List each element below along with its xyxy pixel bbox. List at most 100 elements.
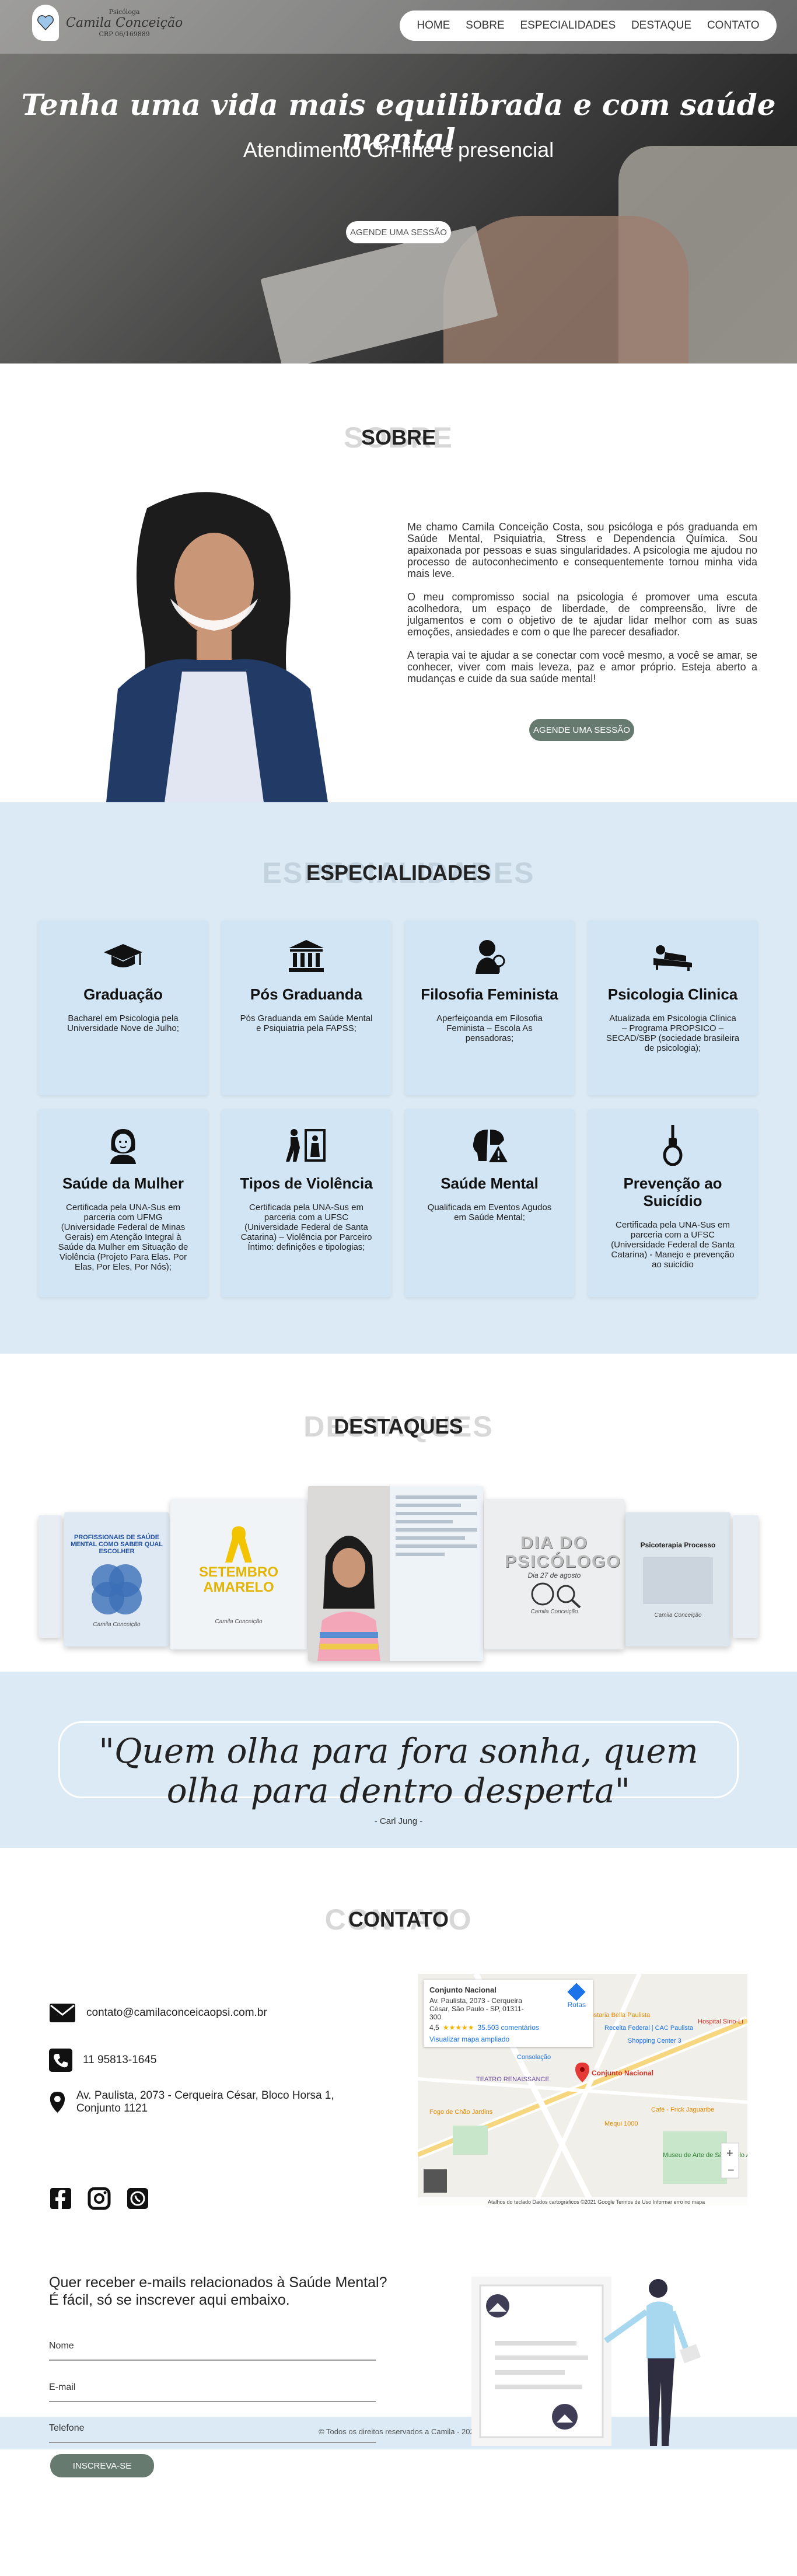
map-label: Café - Frick Jaguaribe	[651, 2106, 714, 2113]
sobre-schedule-button[interactable]: AGENDE UMA SESSÃO	[529, 719, 634, 741]
map-label: Fogo de Chão Jardins	[429, 2109, 493, 2116]
carousel-slide-edge-left[interactable]	[39, 1515, 62, 1638]
nav-destaque[interactable]: DESTAQUE	[631, 19, 691, 32]
sobre-heading: SOBRE SOBRE	[0, 421, 797, 456]
hero-schedule-button[interactable]: AGENDE UMA SESSÃO	[346, 221, 451, 243]
logo[interactable]: Psicóloga Camila Conceição CRP 06/169889	[32, 5, 183, 41]
slide-title: DIA DO PSICÓLOGO	[505, 1533, 621, 1571]
hero-section: Psicóloga Camila Conceição CRP 06/169889…	[0, 0, 797, 363]
especialidades-heading-text: ESPECIALIDADES	[306, 861, 491, 885]
map-label: TEATRO RENAISSANCE	[476, 2076, 550, 2083]
sobre-heading-text: SOBRE	[361, 425, 436, 449]
rating-stars-icon: ★★★★★	[442, 2023, 474, 2032]
card-title: Filosofia Feminista	[421, 985, 558, 1003]
nav-contato[interactable]: CONTATO	[707, 19, 760, 32]
card-title: Prevenção ao Suicídio	[623, 1175, 722, 1210]
slide-signature: Camila Conceição	[215, 1618, 263, 1625]
social-links	[49, 2187, 149, 2210]
hero-subtitle: Atendimento On-line e presencial	[243, 138, 554, 162]
map-label: Receita Federal | CAC Paulista	[604, 2025, 694, 2032]
slide-photo	[308, 1486, 390, 1661]
nav-especialidades[interactable]: ESPECIALIDADES	[520, 19, 616, 32]
card-title: Graduação	[83, 985, 163, 1003]
card-tipos-violencia: Tipos de Violência Certificada pela UNA-…	[222, 1109, 391, 1297]
hero-background-hand	[443, 216, 688, 363]
slide-signature: Camila Conceição	[530, 1608, 578, 1615]
couch-patient-icon	[588, 934, 757, 978]
contact-email[interactable]: contato@camilaconceicaopsi.com.br	[49, 2003, 267, 2023]
carousel-slide-2[interactable]: SETEMBRO AMARELO Camila Conceição	[170, 1499, 307, 1649]
card-text: Bacharel em Psicologia pela Universidade…	[67, 1013, 179, 1033]
subscribe-button[interactable]: INSCREVA-SE	[50, 2454, 154, 2477]
map-place-name: Conjunto Nacional	[429, 1986, 497, 1994]
card-text: Certificada pela UNA-Sus em parceria com…	[58, 1203, 188, 1272]
noose-icon	[588, 1123, 757, 1168]
brain-magnifier-icon	[531, 1582, 581, 1608]
card-text: Pós Graduanda em Saúde Mental e Psiquiat…	[240, 1013, 373, 1033]
card-prevencao-suicidio: Prevenção ao Suicídio Certificada pela U…	[588, 1109, 757, 1297]
carousel-slide-3[interactable]	[308, 1486, 483, 1661]
email-field[interactable]: E-mail	[49, 2382, 376, 2402]
newsletter-question: Quer receber e-mails relacionados à Saúd…	[49, 2274, 387, 2309]
violence-icon	[222, 1123, 391, 1168]
contact-phone-text[interactable]: 11 95813-1645	[83, 2054, 156, 2067]
contact-phone[interactable]: 11 95813-1645	[49, 2049, 156, 2072]
map-pin-label: Conjunto Nacional	[592, 2069, 653, 2077]
carousel-slide-4[interactable]: DIA DO PSICÓLOGO Dia 27 de agosto Camila…	[484, 1499, 624, 1649]
slide-signature: Camila Conceição	[93, 1621, 141, 1628]
sobre-section: SOBRE SOBRE Me chamo Camila Conceição Co…	[0, 363, 797, 802]
newsletter-illustration	[471, 2277, 705, 2446]
zoom-in-icon[interactable]: +	[726, 2147, 733, 2160]
name-field[interactable]: Nome	[49, 2341, 376, 2361]
slide-image	[643, 1557, 713, 1604]
quote-section: "Quem olha para fora sonha, quem olha pa…	[0, 1672, 797, 1848]
nav-sobre[interactable]: SOBRE	[466, 19, 505, 32]
head-heart-icon	[32, 5, 59, 41]
map-rating: 4,5	[429, 2023, 439, 2032]
contact-address-text[interactable]: Av. Paulista, 2073 - Cerqueira César, Bl…	[76, 2089, 376, 2115]
whatsapp-icon[interactable]	[126, 2187, 149, 2210]
instagram-icon[interactable]	[88, 2187, 111, 2210]
directions-icon	[567, 1983, 586, 2001]
map-directions-button[interactable]: Rotas	[567, 1983, 586, 2009]
feminist-icon	[405, 934, 574, 978]
destaques-carousel[interactable]: PROFISSIONAIS DE SAÚDE MENTAL COMO SABER…	[39, 1486, 758, 1665]
contact-address[interactable]: Av. Paulista, 2073 - Cerqueira César, Bl…	[49, 2089, 376, 2115]
phone-icon	[49, 2049, 72, 2072]
carousel-slide-edge-right[interactable]	[733, 1515, 758, 1638]
hero-background-clipboard	[260, 225, 498, 363]
card-text: Certificada pela UNA-Sus em parceria com…	[611, 1220, 735, 1270]
nav-home[interactable]: HOME	[417, 19, 450, 32]
circles-diagram-icon	[92, 1564, 142, 1614]
contato-section: CONTATO CONTATO contato@camilaconceicaop…	[0, 1848, 797, 2477]
contato-heading-text: CONTATO	[348, 1907, 449, 1931]
destaques-heading-text: DESTAQUES	[334, 1414, 463, 1438]
zoom-out-icon[interactable]: −	[728, 2164, 735, 2177]
logo-name: Camila Conceição	[66, 15, 183, 30]
top-navbar: Psicóloga Camila Conceição CRP 06/169889…	[0, 0, 797, 54]
carousel-slide-5[interactable]: Psicoterapia Processo Camila Conceição	[625, 1512, 730, 1647]
main-menu: HOME SOBRE ESPECIALIDADES DESTAQUE CONTA…	[400, 11, 777, 41]
map-layer-thumbnail[interactable]	[424, 2169, 447, 2193]
card-text: Qualificada em Eventos Agudos em Saúde M…	[427, 1203, 552, 1222]
contact-email-text[interactable]: contato@camilaconceicaopsi.com.br	[86, 2007, 267, 2019]
map-larger-link[interactable]: Visualizar mapa ampliado	[429, 2035, 587, 2043]
yellow-ribbon-icon	[225, 1526, 252, 1563]
sobre-paragraph-1: Me chamo Camila Conceição Costa, sou psi…	[407, 521, 757, 579]
card-title: Saúde da Mulher	[62, 1175, 184, 1192]
carousel-slide-1[interactable]: PROFISSIONAIS DE SAÚDE MENTAL COMO SABER…	[64, 1512, 169, 1647]
slide-title: SETEMBRO AMARELO	[198, 1564, 278, 1595]
card-pos-graduanda: Pós Graduanda Pós Graduanda em Saúde Men…	[222, 920, 391, 1095]
logo-crp: CRP 06/169889	[99, 30, 150, 38]
map-reviews-link[interactable]: 35.503 comentários	[477, 2023, 539, 2032]
card-title: Pós Graduanda	[250, 985, 363, 1003]
especialidades-section: ESPECIALIDADES ESPECIALIDADES Graduação …	[0, 802, 797, 1354]
map-directions-label: Rotas	[567, 2001, 586, 2009]
map-place-address: Av. Paulista, 2073 - Cerqueira César, Sã…	[429, 1997, 524, 2021]
phone-field[interactable]: Telefone	[49, 2423, 376, 2443]
destaques-section: DESTAQUES DESTAQUES PROFISSIONAIS DE SAÚ…	[0, 1354, 797, 1672]
map-footer-text[interactable]: Atalhos do teclado Dados cartográficos ©…	[488, 2199, 705, 2205]
map-info-card: Conjunto Nacional Av. Paulista, 2073 - C…	[424, 1980, 593, 2047]
facebook-icon[interactable]	[49, 2187, 72, 2210]
google-map[interactable]: Tostaria Bella Paulista Receita Federal …	[418, 1974, 747, 2205]
